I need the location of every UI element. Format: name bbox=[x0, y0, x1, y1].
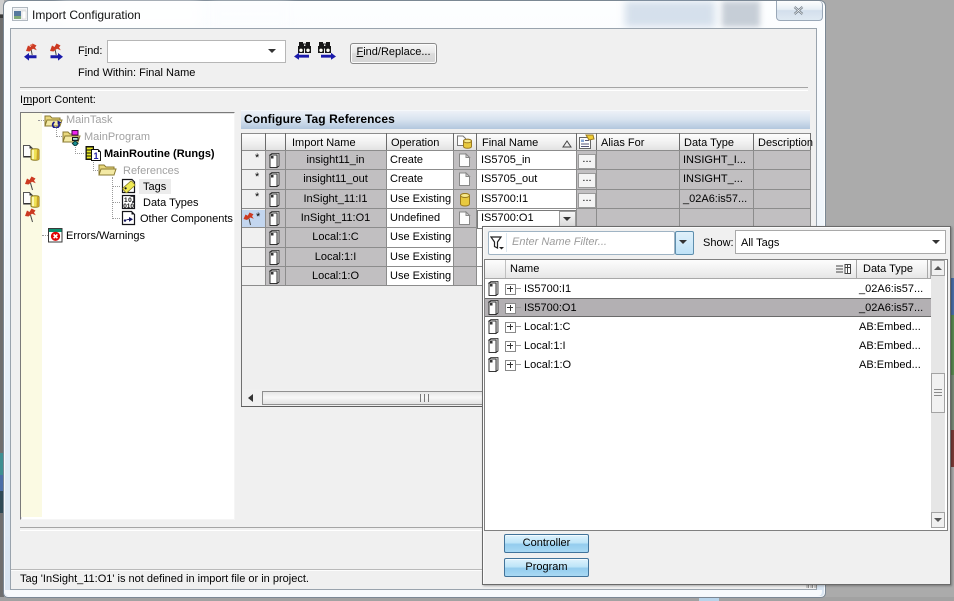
svg-text:010: 010 bbox=[123, 203, 134, 210]
svg-text:1: 1 bbox=[93, 151, 98, 161]
